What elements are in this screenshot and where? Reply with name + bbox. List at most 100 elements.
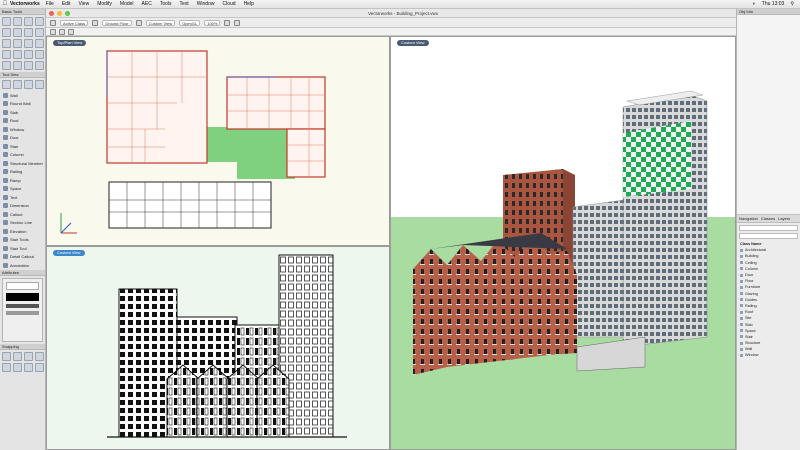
visibility-icon[interactable]: [740, 298, 743, 302]
menu-window[interactable]: Window: [197, 1, 215, 7]
split-tool-icon[interactable]: [35, 61, 44, 70]
snap-intersection-icon[interactable]: [35, 351, 44, 361]
tool-row[interactable]: Ramp: [0, 176, 45, 185]
apple-icon[interactable]: : [0, 1, 10, 7]
tool-row[interactable]: Detail Callout: [0, 253, 45, 262]
freehand-tool-icon[interactable]: [2, 50, 11, 59]
menu-edit[interactable]: Edit: [62, 1, 71, 7]
dimension-tool-icon[interactable]: [13, 28, 22, 37]
tool-row[interactable]: Round Wall: [0, 100, 45, 109]
flyover-tool-icon[interactable]: [35, 17, 44, 26]
snap-tangent-icon[interactable]: [24, 362, 33, 372]
visibility-icon[interactable]: [740, 323, 743, 327]
tab-layers[interactable]: Layers: [778, 216, 790, 221]
tool-row[interactable]: Column: [0, 151, 45, 160]
tool-row[interactable]: Door: [0, 134, 45, 143]
tool-row[interactable]: Section Line: [0, 219, 45, 228]
tool-row[interactable]: Wall: [0, 91, 45, 100]
menu-aec[interactable]: AEC: [142, 1, 152, 7]
snap-wp-icon[interactable]: [35, 362, 44, 372]
clip-tool-icon[interactable]: [13, 61, 22, 70]
selection-tool-icon[interactable]: [2, 17, 11, 26]
visibility-icon[interactable]: [740, 267, 743, 271]
tool-row[interactable]: Callout: [0, 210, 45, 219]
mode-3-icon[interactable]: [68, 28, 74, 35]
circle-tool-icon[interactable]: [2, 39, 11, 48]
tree-row[interactable]: Window: [737, 352, 800, 358]
tool-row[interactable]: Stair Tool: [0, 244, 45, 253]
visibility-icon[interactable]: [740, 310, 743, 314]
visibility-icon[interactable]: [740, 254, 743, 258]
site-set-icon[interactable]: [35, 80, 44, 89]
close-window-icon[interactable]: [49, 10, 54, 16]
model-3d-viewport[interactable]: Custom View: [390, 36, 736, 450]
polyline-tool-icon[interactable]: [24, 39, 33, 48]
tool-row[interactable]: Structural Member: [0, 159, 45, 168]
visibility-icon[interactable]: [740, 279, 743, 283]
tool-row[interactable]: Window: [0, 125, 45, 134]
minimize-window-icon[interactable]: [57, 10, 62, 16]
rotate-tool-icon[interactable]: [2, 61, 11, 70]
layer-dropdown[interactable]: Ground Floor: [102, 19, 132, 26]
class-options-icon[interactable]: [92, 19, 99, 26]
tool-row[interactable]: Space: [0, 185, 45, 194]
app-name-menu[interactable]: Vectorworks: [10, 1, 40, 7]
eyedropper-tool-icon[interactable]: [13, 50, 22, 59]
visibility-icon[interactable]: [740, 329, 743, 333]
visibility-icon[interactable]: [740, 341, 743, 345]
mode-2-icon[interactable]: [59, 28, 65, 35]
tool-row[interactable]: Text: [0, 193, 45, 202]
menu-view[interactable]: View: [78, 1, 89, 7]
visibility-icon[interactable]: [740, 347, 743, 351]
dims-set-icon[interactable]: [2, 80, 11, 89]
zoom-field[interactable]: 100%: [204, 19, 221, 26]
visibility-icon[interactable]: [740, 292, 743, 296]
snap-distance-icon[interactable]: [2, 362, 11, 372]
search-icon[interactable]: ⚲: [790, 1, 794, 7]
visibility-icon[interactable]: [740, 261, 743, 265]
menu-model[interactable]: Model: [120, 1, 134, 7]
snap-edge-icon[interactable]: [13, 362, 22, 372]
detailing-set-icon[interactable]: [24, 80, 33, 89]
visibility-icon[interactable]: [740, 353, 743, 357]
pan-tool-icon[interactable]: [13, 17, 22, 26]
snap-angle-icon[interactable]: [24, 351, 33, 361]
text-tool-icon[interactable]: [2, 28, 11, 37]
line-tool-icon[interactable]: [24, 28, 33, 37]
flip-icon[interactable]: [224, 19, 231, 26]
visibility-icon[interactable]: [740, 335, 743, 339]
view-dropdown[interactable]: Custom View: [145, 19, 176, 26]
zoom-tool-icon[interactable]: [24, 17, 33, 26]
offset-tool-icon[interactable]: [24, 50, 33, 59]
opacity-slider[interactable]: [6, 310, 39, 315]
tool-row[interactable]: Railing: [0, 168, 45, 177]
view-options-icon[interactable]: [135, 19, 142, 26]
menu-cloud[interactable]: Cloud: [222, 1, 235, 7]
nav-filter-field[interactable]: [739, 225, 798, 231]
class-dropdown[interactable]: Active Class: [60, 19, 89, 26]
layer-options-icon[interactable]: [50, 19, 56, 26]
mirror-tool-icon[interactable]: [35, 50, 44, 59]
walkthrough-icon[interactable]: [234, 19, 241, 26]
polygon-tool-icon[interactable]: [35, 39, 44, 48]
tool-row[interactable]: Elevation: [0, 227, 45, 236]
menu-text[interactable]: Text: [180, 1, 189, 7]
plan-viewport[interactable]: Top/Plan View: [46, 36, 390, 246]
menu-modify[interactable]: Modify: [97, 1, 112, 7]
visibility-icon[interactable]: [740, 304, 743, 308]
zoom-window-icon[interactable]: [65, 10, 70, 16]
tab-navigation[interactable]: Navigation: [739, 216, 758, 221]
render-mode-dropdown[interactable]: OpenGL: [179, 19, 201, 26]
tab-classes[interactable]: Classes: [761, 216, 775, 221]
tool-row[interactable]: Annotation: [0, 261, 45, 270]
elevation-viewport[interactable]: Custom View: [46, 246, 390, 450]
pen-swatch[interactable]: [6, 292, 39, 301]
menu-tools[interactable]: Tools: [160, 1, 172, 7]
fillet-tool-icon[interactable]: [24, 61, 33, 70]
line-weight[interactable]: [6, 303, 39, 308]
menu-clock[interactable]: Thu 13:03: [762, 1, 785, 7]
visibility-icon[interactable]: [740, 273, 743, 277]
visibility-icon[interactable]: [740, 316, 743, 320]
tool-row[interactable]: Slab: [0, 108, 45, 117]
snap-grid-icon[interactable]: [2, 351, 11, 361]
